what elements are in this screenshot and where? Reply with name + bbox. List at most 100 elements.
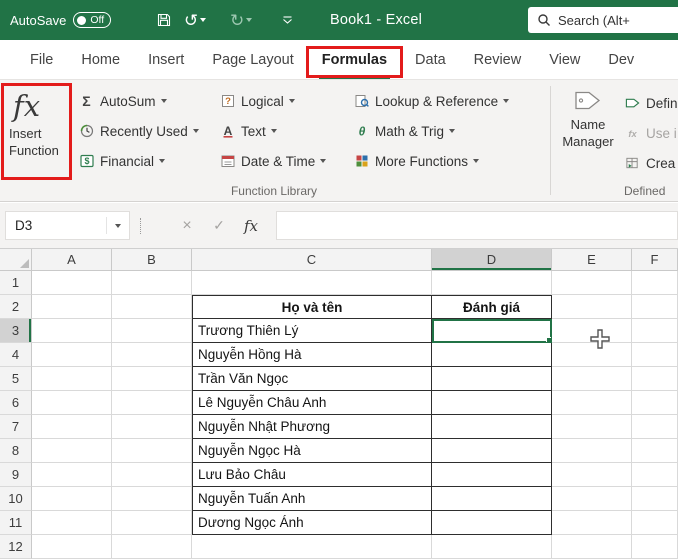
cell-E2[interactable] [552,295,632,319]
cell-A6[interactable] [32,391,112,415]
fill-handle[interactable] [546,337,551,342]
autosave-toggle[interactable]: AutoSave Off [10,0,112,40]
tab-home[interactable]: Home [67,40,134,79]
cell-D7[interactable] [432,415,552,439]
row-header-9[interactable]: 9 [0,463,32,487]
column-header-E[interactable]: E [552,249,632,271]
text-button[interactable]: A Text [219,116,326,146]
cell-B3[interactable] [112,319,192,343]
cell-D8[interactable] [432,439,552,463]
tab-developer[interactable]: Dev [594,40,648,79]
cell-F5[interactable] [632,367,678,391]
tab-file[interactable]: File [16,40,67,79]
cell-B2[interactable] [112,295,192,319]
column-header-C[interactable]: C [192,249,432,271]
cell-D6[interactable] [432,391,552,415]
cell-C4[interactable]: Nguyễn Hồng Hà [192,343,432,367]
cell-C5[interactable]: Trần Văn Ngọc [192,367,432,391]
cell-C6[interactable]: Lê Nguyễn Châu Anh [192,391,432,415]
column-header-A[interactable]: A [32,249,112,271]
row-header-12[interactable]: 12 [0,535,32,559]
customize-toolbar-button[interactable] [282,0,293,40]
date-time-button[interactable]: Date & Time [219,146,327,176]
cell-C12[interactable] [192,535,432,559]
cell-B9[interactable] [112,463,192,487]
column-header-F[interactable]: F [632,249,678,271]
cell-E11[interactable] [552,511,632,535]
cell-F11[interactable] [632,511,678,535]
insert-function-fx-button[interactable]: fx [238,211,264,240]
cell-D3[interactable] [432,319,552,343]
cell-B5[interactable] [112,367,192,391]
cell-A4[interactable] [32,343,112,367]
cell-C2[interactable]: Họ và tên [192,295,432,319]
cell-A7[interactable] [32,415,112,439]
cell-C11[interactable]: Dương Ngọc Ánh [192,511,432,535]
cell-C9[interactable]: Lưu Bảo Châu [192,463,432,487]
cell-B1[interactable] [112,271,192,295]
tab-data[interactable]: Data [401,40,460,79]
cell-F4[interactable] [632,343,678,367]
cancel-button[interactable]: × [174,211,200,240]
name-box[interactable]: D3 [5,211,130,240]
lookup-reference-button[interactable]: Lookup & Reference [353,86,510,116]
cell-B11[interactable] [112,511,192,535]
cell-A3[interactable] [32,319,112,343]
cell-E1[interactable] [552,271,632,295]
cell-F3[interactable] [632,319,678,343]
cell-B7[interactable] [112,415,192,439]
row-header-5[interactable]: 5 [0,367,32,391]
cell-A11[interactable] [32,511,112,535]
cell-A5[interactable] [32,367,112,391]
search-box[interactable]: Search (Alt+ [528,7,678,33]
cell-A10[interactable] [32,487,112,511]
formula-bar-grip[interactable] [140,218,142,234]
cell-C10[interactable]: Nguyễn Tuấn Anh [192,487,432,511]
cell-D12[interactable] [432,535,552,559]
row-header-2[interactable]: 2 [0,295,32,319]
row-header-10[interactable]: 10 [0,487,32,511]
insert-function-button[interactable]: fx Insert Function [5,86,69,176]
tab-page-layout[interactable]: Page Layout [198,40,307,79]
cell-F2[interactable] [632,295,678,319]
row-header-7[interactable]: 7 [0,415,32,439]
cell-A2[interactable] [32,295,112,319]
cell-C8[interactable]: Nguyễn Ngọc Hà [192,439,432,463]
cell-B6[interactable] [112,391,192,415]
cell-E7[interactable] [552,415,632,439]
cell-C3[interactable]: Trương Thiên Lý [192,319,432,343]
cell-A8[interactable] [32,439,112,463]
column-header-D[interactable]: D [432,249,552,271]
cell-C7[interactable]: Nguyễn Nhật Phương [192,415,432,439]
cell-D4[interactable] [432,343,552,367]
math-trig-button[interactable]: θ Math & Trig [353,116,509,146]
cell-E12[interactable] [552,535,632,559]
cell-F10[interactable] [632,487,678,511]
cell-E10[interactable] [552,487,632,511]
cell-D2[interactable]: Đánh giá [432,295,552,319]
cell-F1[interactable] [632,271,678,295]
cell-D11[interactable] [432,511,552,535]
row-header-8[interactable]: 8 [0,439,32,463]
undo-button[interactable]: ↺ [184,0,207,40]
tab-insert[interactable]: Insert [134,40,198,79]
use-in-formula-button[interactable]: fx Use i [624,118,678,148]
create-from-selection-button[interactable]: Crea [624,148,678,178]
row-header-6[interactable]: 6 [0,391,32,415]
cell-F8[interactable] [632,439,678,463]
row-header-3[interactable]: 3 [0,319,32,343]
row-header-1[interactable]: 1 [0,271,32,295]
financial-button[interactable]: $ Financial [78,146,199,176]
row-header-4[interactable]: 4 [0,343,32,367]
cell-F7[interactable] [632,415,678,439]
cell-D9[interactable] [432,463,552,487]
column-header-B[interactable]: B [112,249,192,271]
cell-A1[interactable] [32,271,112,295]
cell-E9[interactable] [552,463,632,487]
cell-F6[interactable] [632,391,678,415]
cell-A9[interactable] [32,463,112,487]
name-manager-button[interactable]: Name Manager [556,86,620,150]
logical-button[interactable]: ? Logical [219,86,326,116]
define-name-button[interactable]: Defin [624,88,678,118]
cell-B12[interactable] [112,535,192,559]
